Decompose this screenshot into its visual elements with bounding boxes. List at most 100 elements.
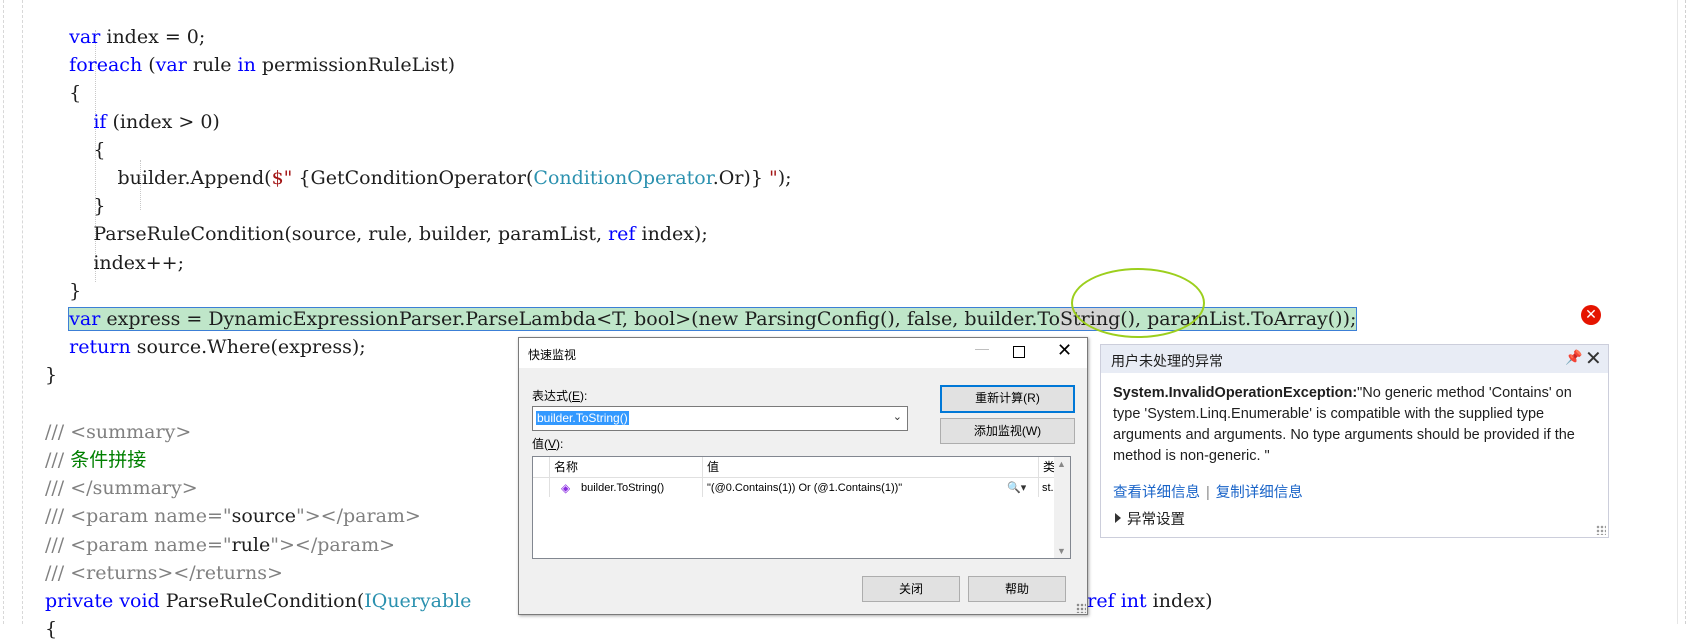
code-token: .Or)} [712,167,763,189]
gutter-guide [3,0,4,624]
dialog-titlebar[interactable]: 快速监视 — ✕ [519,338,1087,368]
row-value: "(@0.Contains(1)) Or (@1.Contains(1))" [707,482,903,494]
value-label: 值(V): [532,435,563,452]
maximize-icon[interactable] [1013,346,1025,358]
code-content: { [93,139,105,161]
code-content: { [69,82,81,104]
code-token: permissionRuleList) [255,54,456,77]
code-line[interactable]: /// <summary> [45,419,191,445]
scroll-up-icon[interactable]: ▲ [1057,459,1066,469]
column-divider [1038,457,1039,497]
code-token: /// <param name=" [45,533,232,556]
code-token: rule [231,533,271,556]
code-token: int [1120,590,1147,612]
code-line[interactable]: } [45,193,105,219]
pin-icon[interactable]: 📌 [1565,349,1582,366]
code-content: return source.Where(express); [69,336,366,358]
code-token: { [45,618,58,641]
field-icon: ◈ [561,481,571,495]
code-token: index = 0; [100,26,206,48]
row-name: builder.ToString() [581,482,665,494]
reevaluate-button[interactable]: 重新计算(R) [940,385,1075,413]
code-token: (index > 0) [106,110,220,133]
column-header-value[interactable]: 值 [703,457,1041,478]
code-line[interactable]: } [45,278,81,304]
minimize-icon[interactable]: — [975,340,989,356]
code-line[interactable]: foreach (var rule in permissionRuleList) [45,52,455,78]
code-line[interactable]: { [45,616,57,642]
code-content: } [93,195,105,217]
error-icon[interactable]: ✕ [1581,305,1601,325]
code-line[interactable]: if (index > 0) [45,109,220,135]
code-line[interactable]: var index = 0; [45,24,205,50]
value-label-key: V [548,437,557,451]
code-content: /// <returns></returns> [45,562,283,584]
dropdown-arrow-icon[interactable]: ⌄ [893,410,902,423]
exception-popup: 用户未处理的异常 📌 ✕ System.InvalidOperationExce… [1100,344,1609,538]
code-token: {GetConditionOperator( [298,167,534,189]
code-line[interactable]: { [45,137,105,163]
code-token: source.Where(express); [130,336,366,359]
close-icon[interactable]: ✕ [1585,346,1602,370]
code-line[interactable]: return source.Where(express); [45,334,366,360]
expression-label-key: E [572,389,581,403]
expand-triangle-icon [1115,513,1121,523]
resize-grip-icon[interactable] [1596,525,1606,535]
code-content: /// <param name="source"></param> [45,505,421,527]
close-button[interactable]: 关闭 [862,576,960,602]
code-token: ( [142,54,156,77]
code-token: IQueryable [364,590,472,612]
code-token: "></param> [270,533,396,556]
code-token: if [93,110,107,133]
code-token: $" [271,167,299,189]
exception-settings-toggle[interactable]: 异常设置 [1115,508,1185,529]
scroll-down-icon[interactable]: ▼ [1057,546,1066,556]
code-line[interactable]: /// <returns></returns> [45,560,283,586]
grid-vertical-scrollbar[interactable]: ▲ ▼ [1054,457,1070,558]
add-watch-button[interactable]: 添加监视(W) [940,418,1075,444]
column-header-name[interactable]: 名称 [550,457,702,478]
code-content: } [45,364,57,386]
code-token: /// <param name=" [45,505,232,528]
code-content: /// 条件拼接 [45,449,146,471]
link-separator: | [1206,485,1210,501]
code-line[interactable]: /// <param name="rule"></param> [45,532,395,558]
code-token: index++; [93,251,185,274]
code-token: ParseRuleCondition( [159,590,365,612]
exception-popup-header: 用户未处理的异常 📌 ✕ [1101,345,1608,373]
code-content: builder.Append($" {GetConditionOperator(… [117,167,791,189]
code-line[interactable]: ParseRuleCondition(source, rule, builder… [45,221,707,247]
search-icon[interactable]: 🔍▾ [1007,479,1026,497]
resize-grip-icon[interactable] [1076,603,1086,613]
watch-grid[interactable]: 名称 值 类型 ◈ builder.ToString() "(@0.Contai… [532,456,1071,559]
code-line[interactable]: /// </summary> [45,475,198,501]
code-token: rule [186,54,238,77]
expression-input[interactable]: builder.ToString() ⌄ [532,406,908,431]
code-token: return [69,336,131,359]
code-token: in [237,54,256,77]
help-button[interactable]: 帮助 [968,576,1066,602]
code-token: private [45,590,114,612]
code-token: /// <returns></returns> [45,561,283,584]
code-token: " [762,167,778,189]
code-line[interactable]: builder.Append($" {GetConditionOperator(… [45,165,791,191]
exception-message: System.InvalidOperationException:"No gen… [1113,383,1593,467]
code-content: /// <summary> [45,421,191,443]
view-details-link[interactable]: 查看详细信息 [1113,485,1200,501]
copy-details-link[interactable]: 复制详细信息 [1216,485,1303,501]
code-line[interactable]: /// <param name="source"></param> [45,503,421,529]
code-token: index) [1146,590,1213,612]
code-token: void [119,590,160,612]
close-icon[interactable]: ✕ [1057,340,1072,361]
code-content: { [45,618,57,640]
code-line[interactable]: { [45,80,81,106]
code-line[interactable]: index++; [45,250,184,276]
code-token: } [45,364,58,387]
expression-label-suffix: ): [580,389,588,403]
code-line[interactable]: /// 条件拼接 [45,447,146,473]
code-line[interactable]: } [45,362,57,388]
